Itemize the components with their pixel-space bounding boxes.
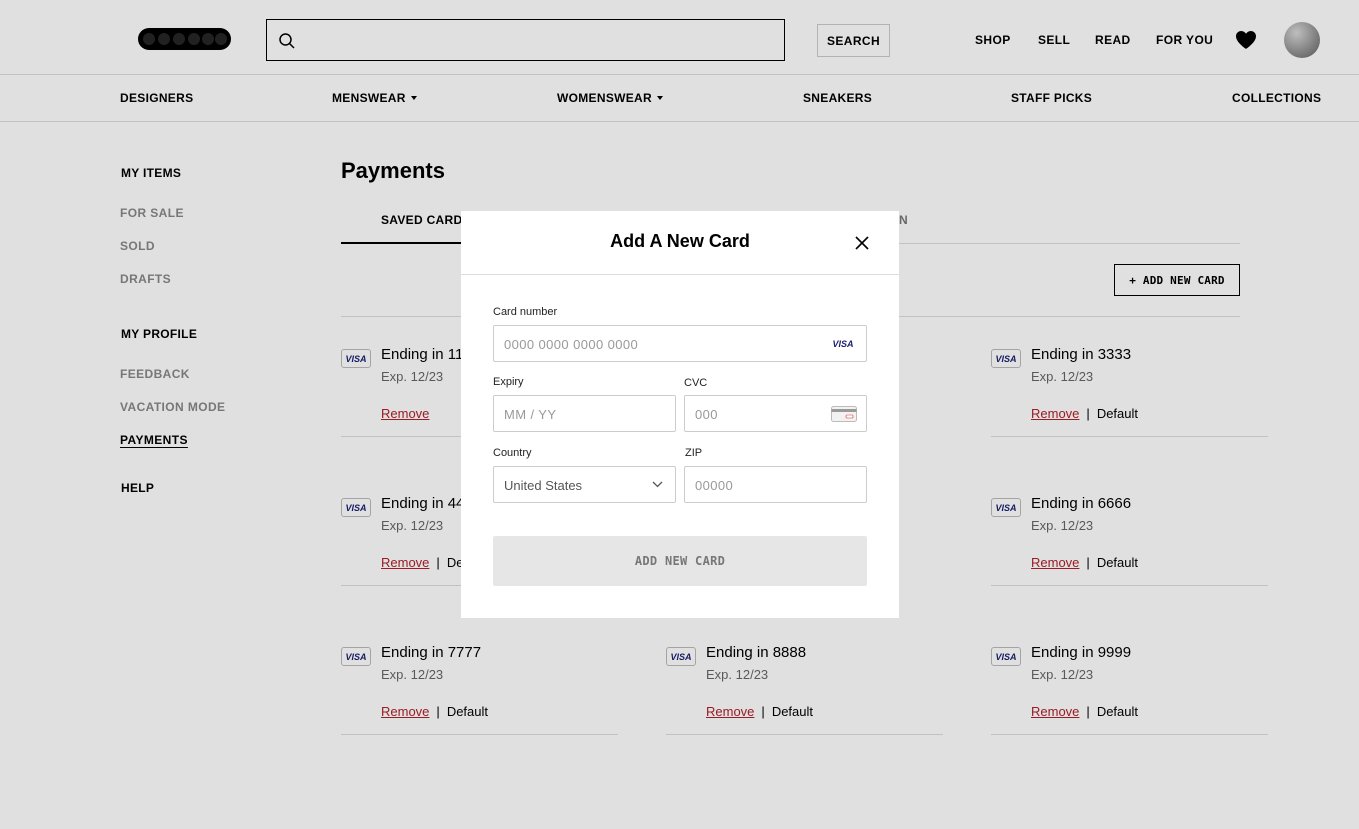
cvc-field[interactable]	[684, 395, 867, 432]
card-number-field[interactable]: VISA	[493, 325, 867, 362]
country-select[interactable]: United States	[493, 466, 676, 503]
card-number-label: Card number	[493, 306, 558, 318]
zip-field[interactable]	[684, 466, 867, 503]
card-back-icon	[831, 406, 857, 422]
close-icon[interactable]	[853, 234, 871, 252]
expiry-field[interactable]	[493, 395, 676, 432]
card-number-input[interactable]	[504, 334, 826, 354]
expiry-input[interactable]	[504, 404, 635, 424]
modal-title: Add A New Card	[610, 231, 750, 251]
country-label: Country	[493, 447, 532, 459]
country-value: United States	[504, 478, 583, 493]
zip-label: ZIP	[685, 447, 703, 459]
modal-divider	[461, 274, 899, 275]
chevron-down-icon	[652, 481, 663, 488]
expiry-label: Expiry	[493, 376, 524, 388]
add-card-modal: Add A New Card Card number VISA Expiry C…	[461, 211, 899, 618]
visa-icon: VISA	[832, 339, 854, 349]
cvc-label: CVC	[684, 377, 708, 389]
cvc-input[interactable]	[695, 404, 826, 424]
zip-input[interactable]	[695, 475, 826, 495]
add-new-card-submit-button[interactable]: ADD NEW CARD	[493, 536, 867, 586]
